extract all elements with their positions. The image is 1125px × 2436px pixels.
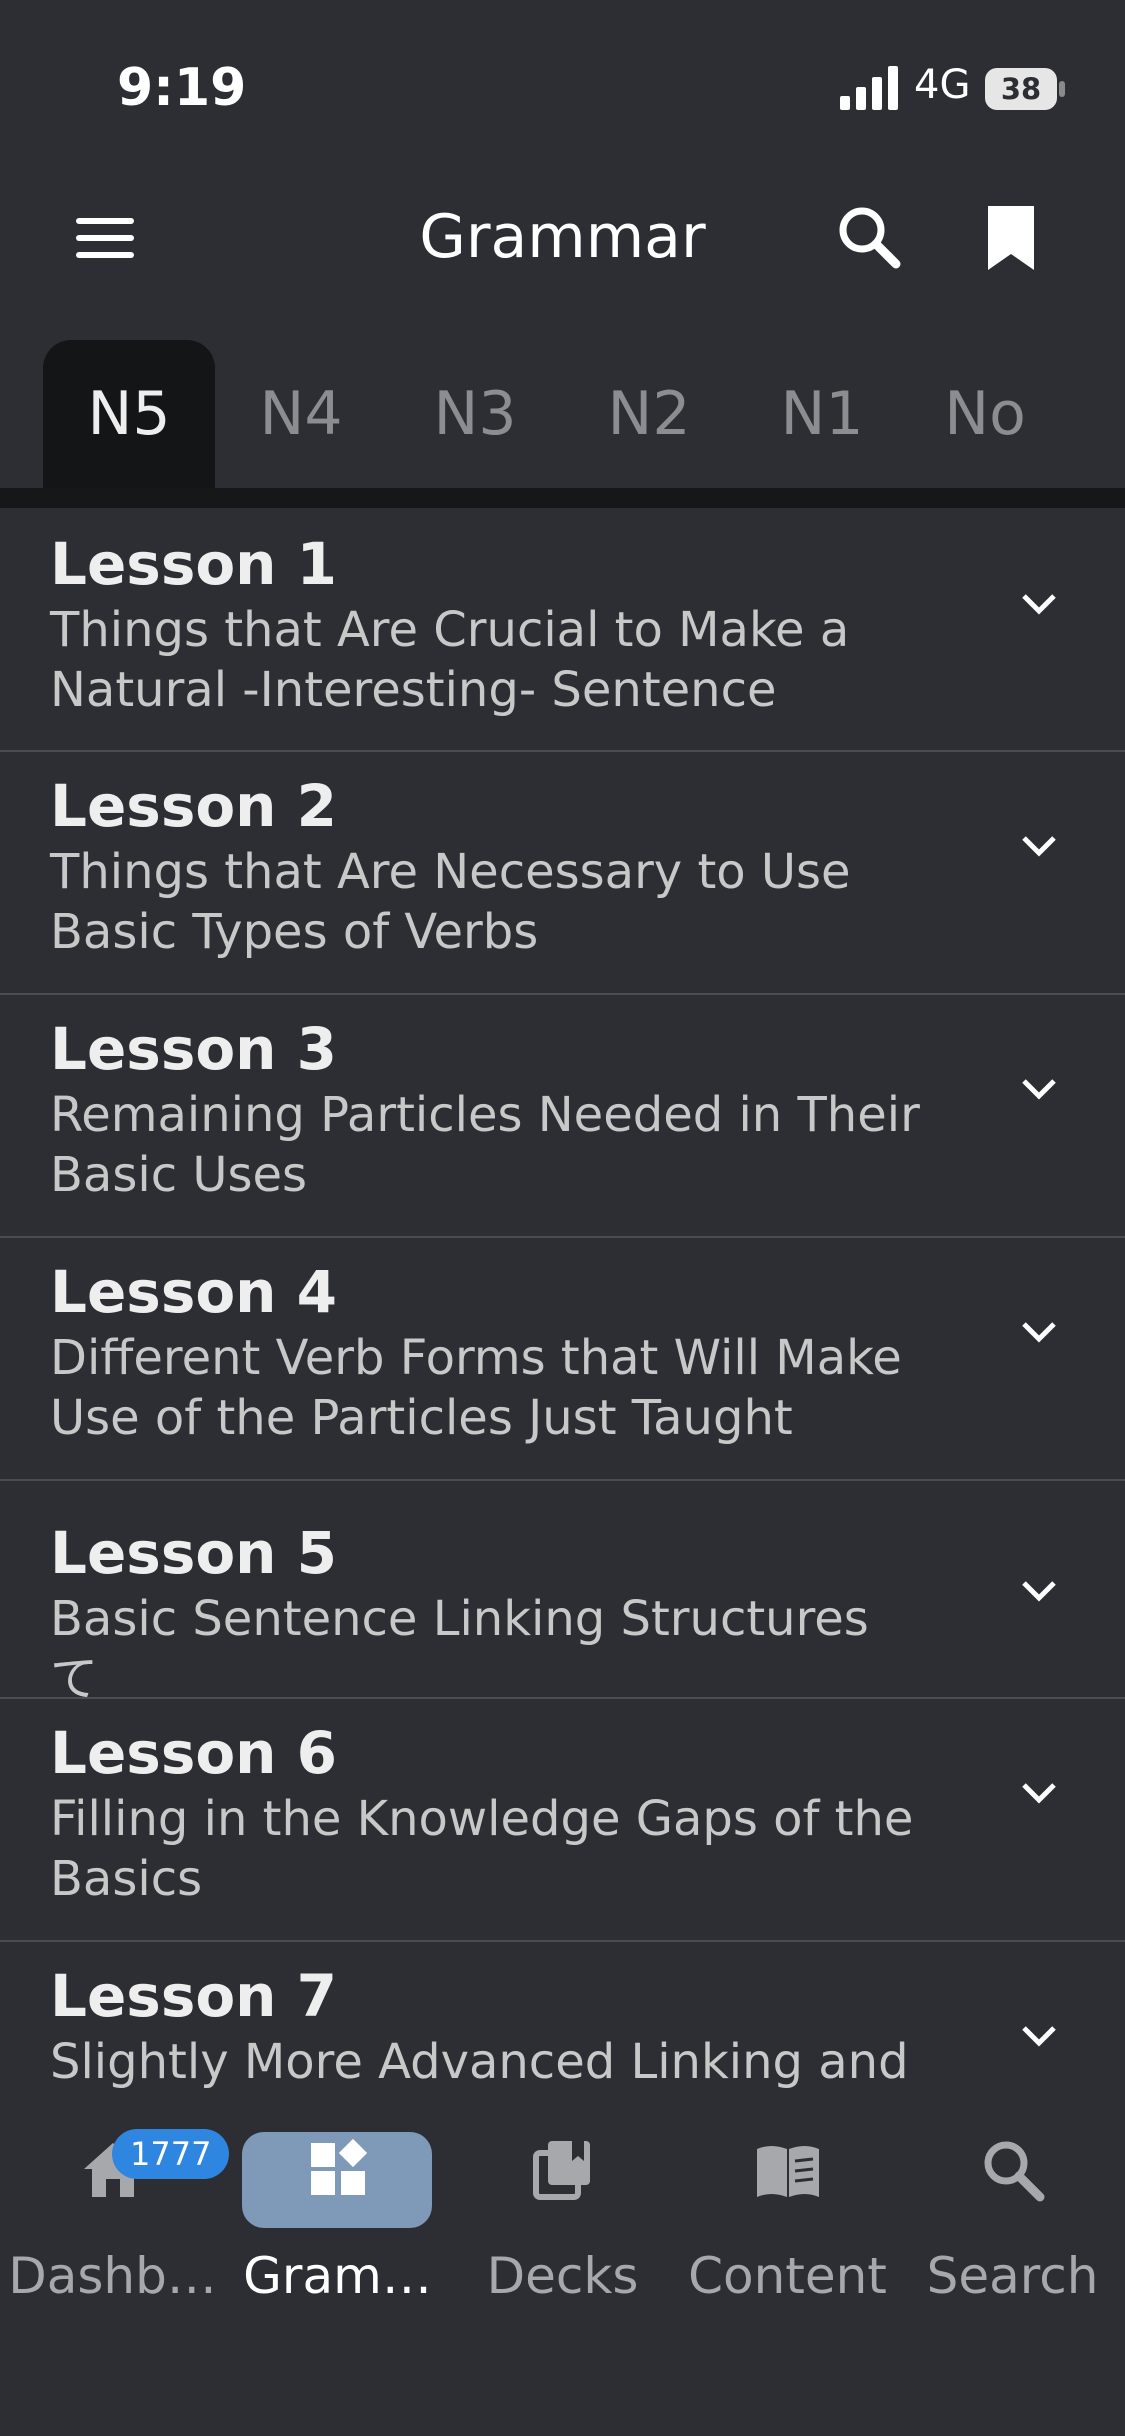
chevron-down-icon[interactable] (1020, 1579, 1058, 1603)
lesson-item-7[interactable]: Lesson 7 Slightly More Advanced Linking … (0, 1942, 1125, 2105)
search-icon[interactable] (834, 202, 904, 272)
battery-level: 38 (1001, 72, 1041, 106)
bottom-nav: 1777 Dashb… Gram… Decks Content Search (0, 2105, 1125, 2436)
status-time: 9:19 (117, 58, 247, 118)
lesson-subtitle: Basic Sentence Linking Structures て (50, 1591, 869, 1707)
nav-label: Gram… (243, 2247, 432, 2305)
chevron-down-icon[interactable] (1020, 592, 1058, 616)
decks-icon (532, 2141, 590, 2200)
nav-decks[interactable]: Decks (450, 2105, 675, 2345)
tab-n5[interactable]: N5 (43, 340, 215, 488)
chevron-down-icon[interactable] (1020, 1320, 1058, 1344)
tab-no-level[interactable]: No (925, 340, 1045, 488)
nav-content[interactable]: Content (675, 2105, 900, 2345)
lesson-subtitle: Things that Are Necessary to Use Basic T… (50, 844, 851, 960)
signal-icon (840, 66, 898, 110)
bookmark-icon[interactable] (984, 202, 1038, 274)
search-icon (984, 2141, 1044, 2202)
book-icon (756, 2146, 819, 2197)
status-bar: 9:19 4G 38 (0, 0, 1125, 170)
lesson-subtitle: Things that Are Crucial to Make a Natura… (50, 602, 850, 718)
nav-search[interactable]: Search (900, 2105, 1125, 2345)
lesson-title: Lesson 7 (50, 1962, 338, 2030)
nav-label: Dashb… (8, 2247, 217, 2305)
lesson-subtitle: Filling in the Knowledge Gaps of the Bas… (50, 1791, 914, 1907)
lesson-title: Lesson 5 (50, 1519, 338, 1587)
lesson-subtitle: Different Verb Forms that Will Make Use … (50, 1330, 902, 1446)
lesson-title: Lesson 4 (50, 1258, 338, 1326)
network-type: 4G (914, 62, 971, 108)
nav-dashboard[interactable]: 1777 Dashb… (0, 2105, 230, 2345)
tab-n1[interactable]: N1 (736, 340, 908, 488)
notification-badge: 1777 (112, 2129, 230, 2179)
grammar-icon (310, 2138, 367, 2195)
level-tabs: N5 N4 N3 N2 N1 No (0, 340, 1125, 488)
lesson-item-6[interactable]: Lesson 6 Filling in the Knowledge Gaps o… (0, 1699, 1125, 1942)
nav-grammar[interactable]: Gram… (225, 2105, 450, 2345)
nav-label: Search (926, 2247, 1099, 2305)
lesson-subtitle: Remaining Particles Needed in Their Basi… (50, 1087, 920, 1203)
tab-indicator-bar (0, 488, 1125, 508)
page-title: Grammar (419, 202, 706, 272)
tab-n3[interactable]: N3 (389, 340, 561, 488)
chevron-down-icon[interactable] (1020, 2024, 1058, 2048)
nav-label: Decks (486, 2247, 639, 2305)
lesson-list[interactable]: Lesson 1 Things that Are Crucial to Make… (0, 508, 1125, 2105)
tab-n2[interactable]: N2 (563, 340, 735, 488)
lesson-title: Lesson 3 (50, 1015, 338, 1083)
chevron-down-icon[interactable] (1020, 834, 1058, 858)
chevron-down-icon[interactable] (1020, 1781, 1058, 1805)
lesson-item-2[interactable]: Lesson 2 Things that Are Necessary to Us… (0, 752, 1125, 995)
lesson-title: Lesson 6 (50, 1719, 338, 1787)
lesson-item-3[interactable]: Lesson 3 Remaining Particles Needed in T… (0, 995, 1125, 1238)
lesson-item-5[interactable]: Lesson 5 Basic Sentence Linking Structur… (0, 1481, 1125, 1707)
app-header: Grammar (0, 170, 1125, 340)
lesson-subtitle: Slightly More Advanced Linking and (50, 2034, 909, 2090)
tab-n4[interactable]: N4 (215, 340, 387, 488)
lesson-title: Lesson 2 (50, 772, 338, 840)
nav-label: Content (688, 2247, 887, 2305)
lesson-title: Lesson 1 (50, 530, 338, 598)
lesson-item-4[interactable]: Lesson 4 Different Verb Forms that Will … (0, 1238, 1125, 1481)
lesson-item-1[interactable]: Lesson 1 Things that Are Crucial to Make… (0, 508, 1125, 752)
chevron-down-icon[interactable] (1020, 1077, 1058, 1101)
battery-icon: 38 (985, 68, 1065, 110)
